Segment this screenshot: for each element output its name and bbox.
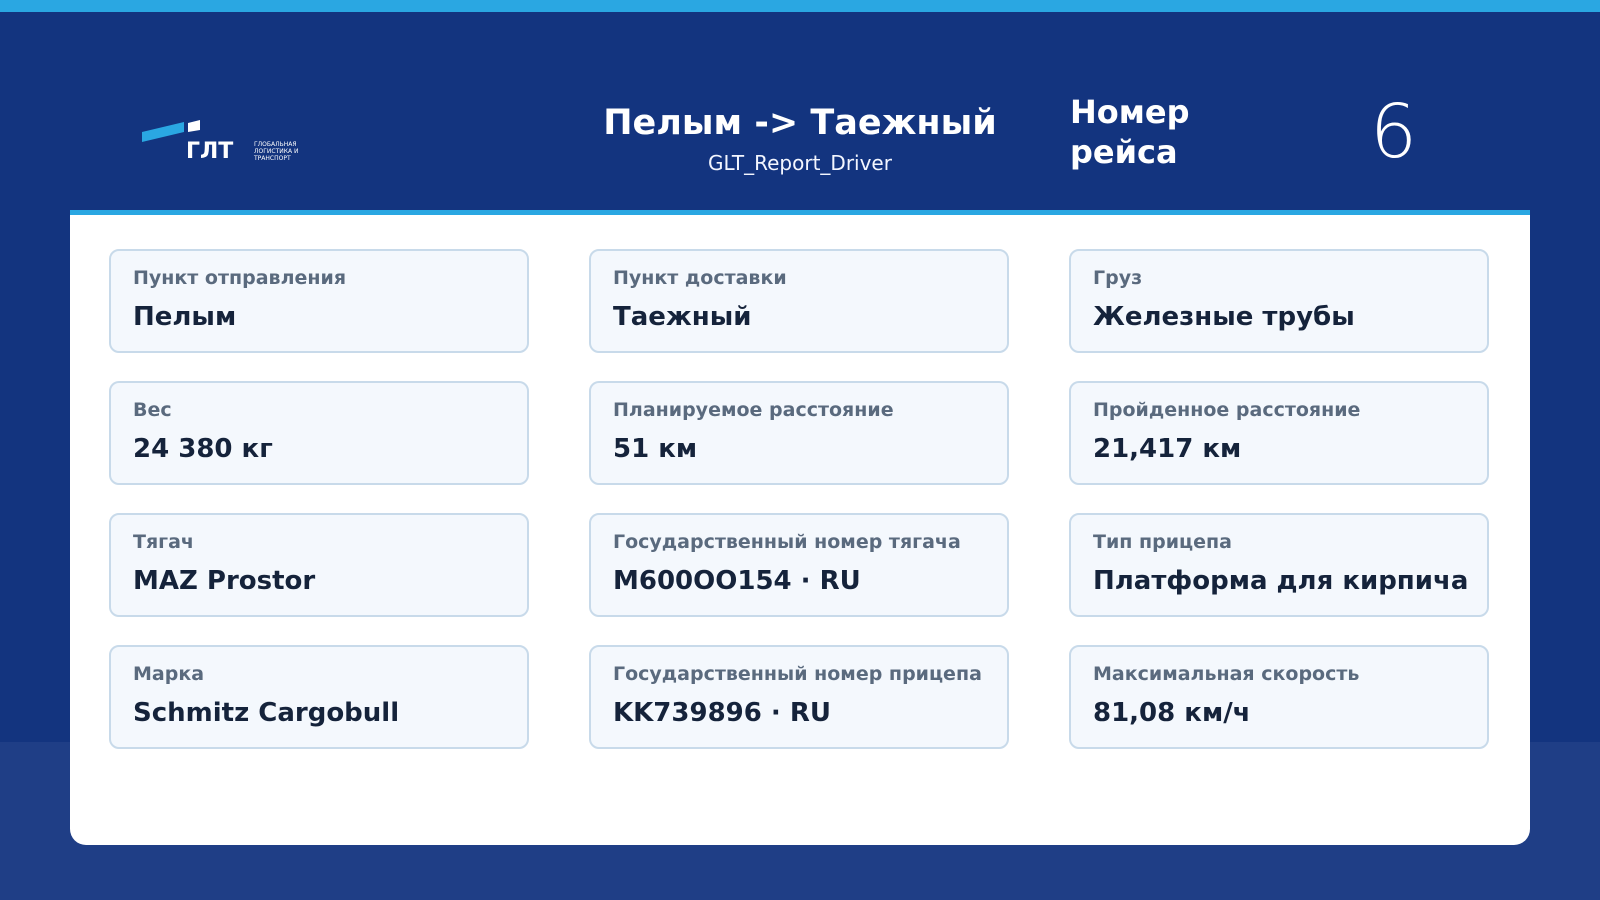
card-value: Schmitz Cargobull: [133, 698, 400, 728]
svg-text:ТРАНСПОРТ: ТРАНСПОРТ: [253, 155, 291, 162]
card-value: 24 380 кг: [133, 434, 273, 464]
card-value: 21,417 км: [1093, 434, 1242, 464]
report-name: GLT_Report_Driver: [708, 151, 892, 175]
company-logo: ГЛТ ГЛОБАЛЬНАЯ ЛОГИСТИКА И ТРАНСПОРТ: [142, 118, 322, 168]
card-traveled-distance: Пройденное расстояние 21,417 км: [1069, 381, 1489, 485]
card-brand: Марка Schmitz Cargobull: [109, 645, 529, 749]
card-value: M600OO154 · RU: [613, 566, 861, 596]
trip-number: 6: [1370, 89, 1418, 175]
card-weight: Вес 24 380 кг: [109, 381, 529, 485]
card-value: Железные трубы: [1093, 302, 1355, 332]
card-trailer-type: Тип прицепа Платформа для кирпича: [1069, 513, 1489, 617]
card-label: Пройденное расстояние: [1093, 399, 1361, 421]
card-label: Государственный номер тягача: [613, 531, 961, 553]
card-value: MAZ Prostor: [133, 566, 316, 596]
card-value: 51 км: [613, 434, 698, 464]
card-value: Пелым: [133, 302, 237, 332]
route-block: Пелым -> Таежный GLT_Report_Driver: [590, 100, 1010, 176]
card-label: Планируемое расстояние: [613, 399, 894, 421]
card-cargo: Груз Железные трубы: [1069, 249, 1489, 353]
card-max-speed: Максимальная скорость 81,08 км/ч: [1069, 645, 1489, 749]
card-planned-distance: Планируемое расстояние 51 км: [589, 381, 1009, 485]
card-label: Тягач: [133, 531, 194, 553]
svg-text:ГЛТ: ГЛТ: [186, 139, 233, 164]
card-tractor-plate: Государственный номер тягача M600OO154 ·…: [589, 513, 1009, 617]
card-value: 81,08 км/ч: [1093, 698, 1251, 728]
trip-number-label: Номер рейса: [1070, 93, 1190, 171]
card-value: KK739896 · RU: [613, 698, 831, 728]
card-trailer-plate: Государственный номер прицепа KK739896 ·…: [589, 645, 1009, 749]
card-tractor: Тягач MAZ Prostor: [109, 513, 529, 617]
card-label: Тип прицепа: [1093, 531, 1232, 553]
svg-text:ГЛОБАЛЬНАЯ: ГЛОБАЛЬНАЯ: [254, 141, 297, 148]
info-grid: Пункт отправления Пелым Пункт доставки Т…: [109, 249, 1489, 749]
card-label: Максимальная скорость: [1093, 663, 1360, 685]
report-header: ГЛТ ГЛОБАЛЬНАЯ ЛОГИСТИКА И ТРАНСПОРТ Пел…: [0, 12, 1600, 210]
info-panel: Пункт отправления Пелым Пункт доставки Т…: [70, 210, 1530, 845]
card-value: Платформа для кирпича: [1093, 566, 1469, 596]
card-label: Груз: [1093, 267, 1143, 289]
card-label: Пункт отправления: [133, 267, 347, 289]
card-departure: Пункт отправления Пелым: [109, 249, 529, 353]
route-title: Пелым -> Таежный: [603, 103, 997, 143]
card-label: Государственный номер прицепа: [613, 663, 982, 685]
svg-text:ЛОГИСТИКА И: ЛОГИСТИКА И: [254, 148, 298, 155]
card-value: Таежный: [613, 302, 752, 332]
top-accent-stripe: [0, 0, 1600, 12]
card-destination: Пункт доставки Таежный: [589, 249, 1009, 353]
card-label: Вес: [133, 399, 172, 421]
card-label: Пункт доставки: [613, 267, 787, 289]
card-label: Марка: [133, 663, 205, 685]
